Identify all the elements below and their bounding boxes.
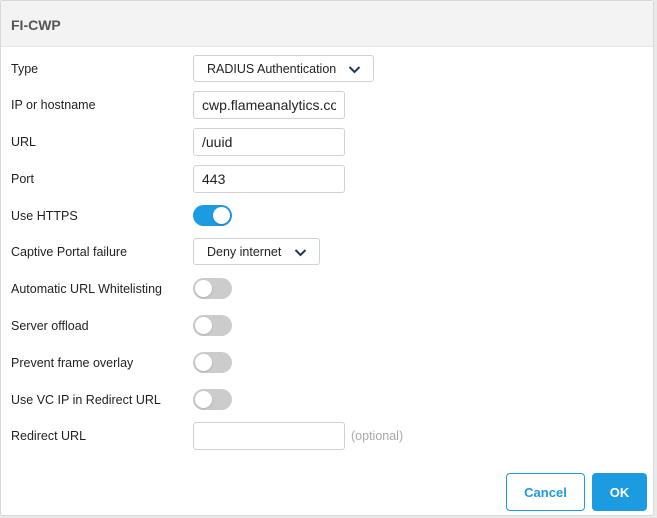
auto-whitelist-row: Automatic URL Whitelisting — [1, 275, 653, 303]
captive-failure-select-value: Deny internet — [207, 244, 282, 259]
toggle-knob — [195, 354, 212, 371]
dialog-title: FI-CWP — [11, 17, 61, 33]
type-label: Type — [11, 62, 39, 76]
dialog: FI-CWP Type RADIUS Authentication IP or … — [0, 0, 654, 516]
host-row: IP or hostname — [1, 91, 653, 119]
prevent-overlay-toggle[interactable] — [193, 352, 232, 373]
captive-failure-select[interactable]: Deny internet — [193, 238, 320, 265]
url-label: URL — [11, 135, 37, 149]
prevent-overlay-label: Prevent frame overlay — [11, 356, 134, 370]
https-row: Use HTTPS — [1, 202, 653, 230]
port-label: Port — [11, 172, 34, 186]
type-select[interactable]: RADIUS Authentication — [193, 55, 374, 82]
cancel-button[interactable]: Cancel — [506, 473, 585, 511]
type-select-value: RADIUS Authentication — [207, 61, 337, 76]
optional-hint: (optional) — [351, 429, 404, 443]
toggle-knob — [195, 280, 212, 297]
captive-failure-row: Captive Portal failure Deny internet — [1, 238, 653, 266]
type-row: Type RADIUS Authentication — [1, 55, 653, 83]
chevron-down-icon — [348, 66, 361, 74]
toggle-knob — [213, 207, 230, 224]
dialog-header: FI-CWP — [1, 1, 653, 47]
vc-ip-label: Use VC IP in Redirect URL — [11, 393, 161, 407]
toggle-knob — [195, 391, 212, 408]
port-row: Port — [1, 165, 653, 193]
redirect-url-input[interactable] — [193, 422, 345, 450]
url-row: URL — [1, 128, 653, 156]
redirect-label: Redirect URL — [11, 429, 87, 443]
captive-failure-label: Captive Portal failure — [11, 245, 128, 259]
server-offload-toggle[interactable] — [193, 315, 232, 336]
toggle-knob — [195, 317, 212, 334]
auto-whitelist-label: Automatic URL Whitelisting — [11, 282, 162, 296]
chevron-down-icon — [294, 249, 307, 257]
https-toggle[interactable] — [193, 205, 232, 226]
ok-button[interactable]: OK — [592, 473, 647, 511]
vc-ip-toggle[interactable] — [193, 389, 232, 410]
url-input[interactable] — [193, 128, 345, 156]
vc-ip-row: Use VC IP in Redirect URL — [1, 386, 653, 414]
https-label: Use HTTPS — [11, 209, 78, 223]
host-input[interactable] — [193, 91, 345, 119]
redirect-row: Redirect URL (optional) — [1, 422, 653, 450]
server-offload-label: Server offload — [11, 319, 89, 333]
auto-whitelist-toggle[interactable] — [193, 278, 232, 299]
port-input[interactable] — [193, 165, 345, 193]
host-label: IP or hostname — [11, 98, 96, 112]
prevent-overlay-row: Prevent frame overlay — [1, 349, 653, 377]
server-offload-row: Server offload — [1, 312, 653, 340]
